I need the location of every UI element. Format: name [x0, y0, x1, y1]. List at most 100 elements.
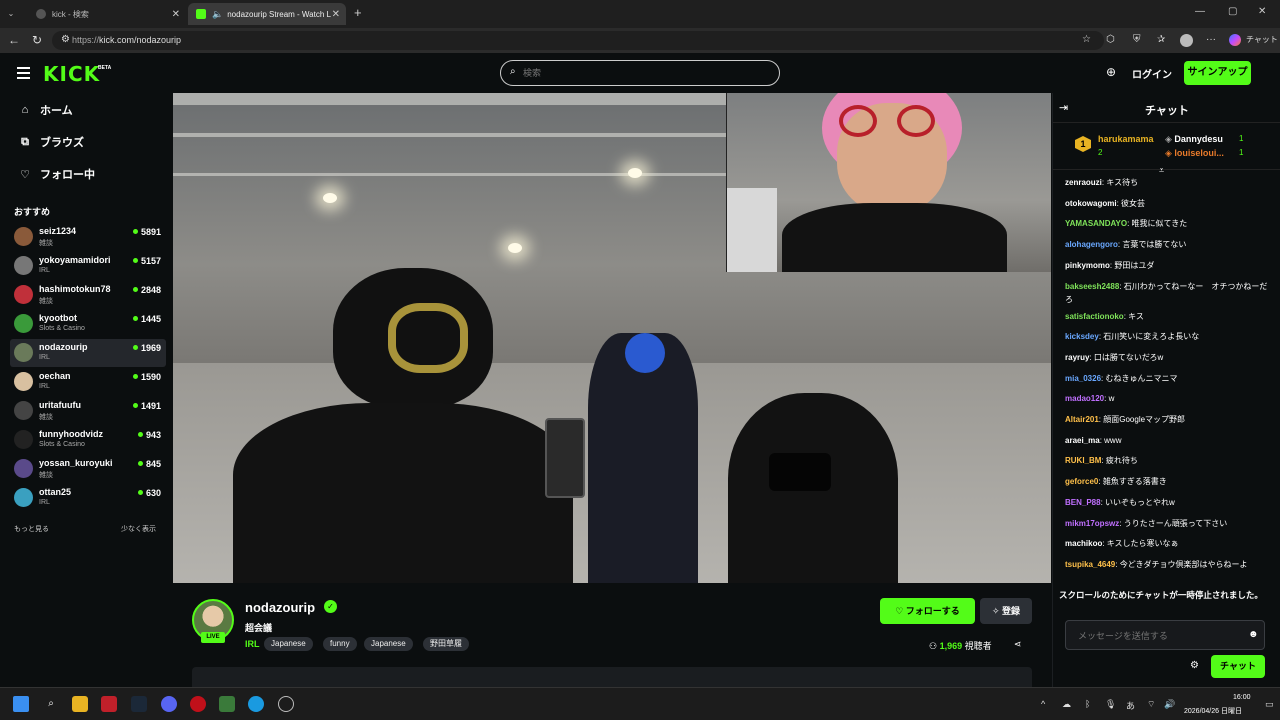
chat-username[interactable]: BEN_P88: [1065, 498, 1101, 507]
stream-tag[interactable]: Japanese: [364, 637, 413, 651]
kick-logo[interactable]: KICK: [43, 62, 100, 86]
close-icon[interactable]: ✕: [332, 9, 340, 20]
steam-icon[interactable]: [131, 696, 147, 712]
copilot-chat-label[interactable]: チャット: [1246, 34, 1278, 45]
speaker-icon[interactable]: 🔈: [212, 9, 223, 20]
sidebar-item-browse[interactable]: ⧉ ブラウズ: [18, 134, 84, 150]
follow-button[interactable]: ♡ フォローする: [880, 598, 975, 624]
discord-icon[interactable]: [161, 696, 177, 712]
minimize-button[interactable]: —: [1195, 6, 1205, 17]
sidebar-channel-uritafuufu[interactable]: uritafuufu 雑談 1491: [10, 397, 166, 425]
sidebar-item-home[interactable]: ⌂ ホーム: [18, 102, 73, 118]
chat-username[interactable]: Altair201: [1065, 415, 1099, 424]
gifter-name[interactable]: ◈ louiseloui...: [1165, 148, 1224, 159]
login-button[interactable]: ログイン: [1132, 66, 1172, 81]
app-icon[interactable]: [278, 696, 294, 712]
chat-username[interactable]: geforce0: [1065, 477, 1098, 486]
chat-username[interactable]: satisfactionoko: [1065, 312, 1124, 321]
bluetooth-icon[interactable]: ᛒ: [1085, 699, 1090, 709]
chat-username[interactable]: mia_0326: [1065, 374, 1101, 383]
emoji-icon[interactable]: ☻: [1248, 629, 1259, 640]
favorites-icon[interactable]: ✰: [1157, 34, 1165, 45]
show-less-link[interactable]: 少なく表示: [121, 524, 156, 534]
sidebar-channel-hashimotokun78[interactable]: hashimotokun78 雑談 2848: [10, 281, 166, 309]
close-window-button[interactable]: ✕: [1258, 6, 1266, 17]
sidebar-channel-yossan_kuroyuki[interactable]: yossan_kuroyuki 雑談 845: [10, 455, 166, 483]
tab-list-button[interactable]: ⌄: [4, 6, 18, 20]
chat-username[interactable]: machikoo: [1065, 539, 1102, 548]
chat-username[interactable]: RUKI_BM: [1065, 456, 1101, 465]
sidebar-channel-nodazourip[interactable]: nodazourip IRL 1969: [10, 339, 166, 367]
sidebar-channel-oechan[interactable]: oechan IRL 1590: [10, 368, 166, 396]
gifter-name[interactable]: ◈ Dannydesu: [1165, 134, 1223, 145]
back-icon[interactable]: ←: [6, 33, 22, 47]
stream-tag[interactable]: Japanese: [264, 637, 313, 651]
sidebar-channel-yokoyamamidori[interactable]: yokoyamamidori IRL 5157: [10, 252, 166, 280]
chat-username[interactable]: tsupika_4649: [1065, 560, 1115, 569]
cloud-icon[interactable]: ☁: [1062, 699, 1071, 710]
clock-date[interactable]: 2026/04/26 日曜日: [1184, 706, 1242, 716]
sidebar-item-following[interactable]: ♡ フォロー中: [18, 166, 95, 182]
close-icon[interactable]: ✕: [172, 9, 180, 20]
maximize-button[interactable]: ▢: [1228, 6, 1237, 17]
chat-username[interactable]: rayruy: [1065, 353, 1089, 362]
sidebar-channel-kyootbot[interactable]: kyootbot Slots & Casino 1445: [10, 310, 166, 338]
extensions-icon[interactable]: ⬡: [1106, 34, 1115, 45]
stream-tag[interactable]: funny: [323, 637, 357, 651]
file-explorer-icon[interactable]: [72, 696, 88, 712]
clock-time[interactable]: 16:00: [1233, 694, 1251, 701]
more-icon[interactable]: ···: [1206, 34, 1216, 45]
chat-username[interactable]: madao120: [1065, 394, 1104, 403]
app-icon[interactable]: [219, 696, 235, 712]
chat-username[interactable]: otokowagomi: [1065, 199, 1117, 208]
chat-username[interactable]: mikm17opswz: [1065, 519, 1119, 528]
tab-search[interactable]: kick - 検索 ✕: [28, 3, 186, 25]
wifi-icon[interactable]: ⌔: [1147, 699, 1155, 710]
streamer-name[interactable]: nodazourip: [245, 600, 315, 615]
chat-username[interactable]: pinkymomo: [1065, 261, 1110, 270]
new-tab-button[interactable]: +: [354, 5, 362, 20]
scroll-down-icon[interactable]: ⩡: [1159, 165, 1164, 176]
video-player[interactable]: [173, 93, 1051, 583]
gifter-name[interactable]: harukamama: [1098, 134, 1154, 144]
tab-kick-stream[interactable]: 🔈 nodazourip Stream - Watch L ✕: [188, 3, 346, 25]
search-icon[interactable]: ⌕: [43, 696, 59, 712]
copilot-icon[interactable]: [1229, 34, 1241, 46]
chat-username[interactable]: zenraouzi: [1065, 178, 1102, 187]
opera-icon[interactable]: [190, 696, 206, 712]
reload-icon[interactable]: ↻: [29, 33, 45, 47]
tray-overflow-icon[interactable]: ^: [1041, 699, 1045, 709]
edge-icon[interactable]: [248, 696, 264, 712]
chat-settings-gear-icon[interactable]: ⚙: [1190, 660, 1199, 671]
chat-message-input[interactable]: [1078, 628, 1238, 644]
vivaldi-icon[interactable]: [101, 696, 117, 712]
menu-icon[interactable]: [17, 67, 30, 79]
star-icon[interactable]: ☆: [1082, 34, 1091, 45]
chat-username[interactable]: araei_ma: [1065, 436, 1100, 445]
volume-icon[interactable]: 🔊: [1164, 699, 1175, 710]
signup-button[interactable]: サインアップ: [1184, 61, 1251, 85]
shield-icon[interactable]: ⛨: [1133, 34, 1141, 45]
microphone-icon[interactable]: 🎙: [1105, 699, 1116, 710]
site-info-icon[interactable]: ⚙: [61, 34, 70, 45]
share-icon[interactable]: ⋖: [1014, 639, 1022, 650]
chat-username[interactable]: kicksdey: [1065, 332, 1099, 341]
stream-tag[interactable]: 野田草履: [423, 637, 469, 651]
chat-input-box[interactable]: ☻: [1065, 620, 1265, 650]
chat-paused-notice[interactable]: スクロールのためにチャットが一時停止されました。: [1053, 586, 1280, 604]
url-field[interactable]: https://kick.com/nodazourip: [52, 31, 1104, 50]
search-input[interactable]: [523, 65, 763, 81]
subscribe-button[interactable]: ✧ 登録: [980, 598, 1032, 624]
ime-icon[interactable]: あ: [1126, 699, 1135, 712]
chat-username[interactable]: alohagengoro: [1065, 240, 1118, 249]
search-box[interactable]: ⌕: [500, 60, 780, 86]
profile-avatar[interactable]: [1180, 34, 1193, 47]
sidebar-channel-funnyhoodvidz[interactable]: funnyhoodvidz Slots & Casino 943: [10, 426, 166, 454]
notification-icon[interactable]: ▭: [1265, 699, 1274, 710]
show-more-link[interactable]: もっと見る: [14, 524, 49, 534]
sidebar-channel-ottan25[interactable]: ottan25 IRL 630: [10, 484, 166, 512]
stream-category-link[interactable]: IRL: [245, 639, 260, 649]
chat-username[interactable]: YAMASANDAYO: [1065, 219, 1127, 228]
sidebar-channel-seiz1234[interactable]: seiz1234 雑談 5891: [10, 223, 166, 251]
chat-username[interactable]: bakseesh2488: [1065, 282, 1119, 291]
